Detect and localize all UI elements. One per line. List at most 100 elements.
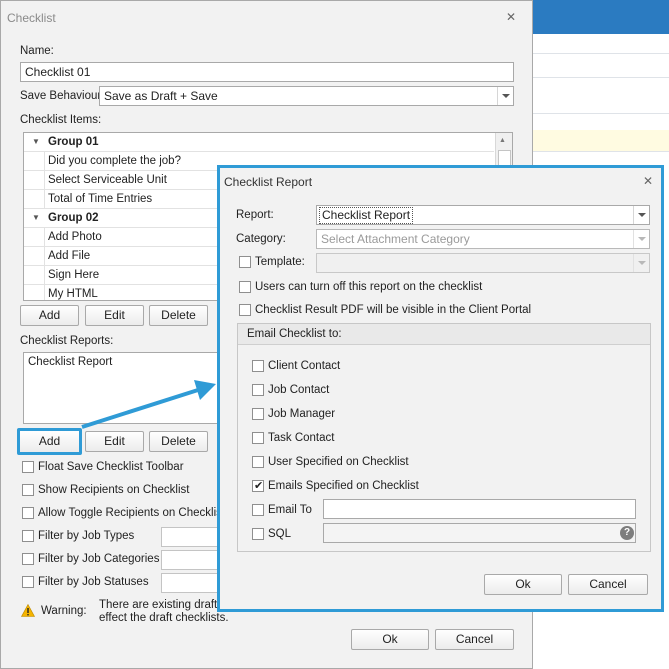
option-label: Filter by Job Categories (38, 553, 160, 565)
items-add-button[interactable]: Add (20, 305, 79, 326)
indent-divider (44, 266, 45, 284)
option-label: Filter by Job Types (38, 530, 135, 542)
name-label: Name: (20, 45, 54, 57)
email-option-checkbox[interactable] (252, 432, 264, 444)
warning-line-2: effect the draft checklists. (99, 612, 229, 624)
template-checkbox[interactable] (239, 256, 251, 268)
turn-off-checkbox[interactable] (239, 281, 251, 293)
list-item-label: Did you complete the job? (48, 155, 181, 167)
option-checkbox[interactable] (22, 461, 34, 473)
background-row (533, 58, 669, 78)
option-checkbox[interactable] (22, 484, 34, 496)
list-item[interactable]: Checklist Report (24, 353, 222, 372)
email-group-title: Email Checklist to: (238, 324, 650, 345)
items-delete-button[interactable]: Delete (149, 305, 208, 326)
warning-icon (21, 604, 35, 617)
email-option-checkbox[interactable] (252, 456, 264, 468)
group-row[interactable]: ▼ Group 01 (24, 133, 494, 152)
checklist-items-label: Checklist Items: (20, 114, 102, 126)
save-behaviour-select[interactable]: Save as Draft + Save (99, 86, 514, 106)
list-item-label: Group 02 (48, 212, 99, 224)
cancel-button[interactable]: Cancel (435, 629, 514, 650)
report-ok-button[interactable]: Ok (484, 574, 562, 595)
indent-divider (44, 190, 45, 208)
email-option-label: Job Manager (268, 408, 336, 420)
email-option-checkbox[interactable] (252, 479, 264, 492)
report-dialog-title: Checklist Report (224, 175, 313, 189)
email-option-checkbox[interactable] (252, 384, 264, 396)
email-checklist-group: Email Checklist to: Client Contact Job Co… (237, 323, 651, 552)
email-to-label: Email To (268, 504, 312, 516)
sql-label: SQL (268, 528, 292, 540)
name-input[interactable]: Checklist 01 (20, 62, 514, 82)
email-to-input[interactable] (323, 499, 636, 519)
background-app-header (533, 0, 669, 34)
job-statuses-select[interactable] (161, 573, 218, 593)
category-select[interactable]: Select Attachment Category (316, 229, 650, 249)
option-checkbox[interactable] (22, 576, 34, 588)
option-label: Show Recipients on Checklist (38, 484, 190, 496)
report-cancel-button[interactable]: Cancel (568, 574, 648, 595)
indent-divider (44, 247, 45, 265)
email-option-checkbox[interactable] (252, 360, 264, 372)
list-item-label: Select Serviceable Unit (48, 174, 167, 186)
items-edit-button[interactable]: Edit (85, 305, 144, 326)
chevron-down-icon[interactable] (633, 254, 649, 272)
template-select[interactable] (316, 253, 650, 273)
chevron-down-icon[interactable] (633, 206, 649, 224)
email-option-label: Task Contact (268, 432, 335, 444)
list-item-label: Add Photo (48, 231, 102, 243)
report-label: Report: (236, 209, 274, 221)
chevron-down-icon[interactable] (497, 87, 513, 105)
option-checkbox[interactable] (22, 530, 34, 542)
reports-delete-button[interactable]: Delete (149, 431, 208, 452)
indent-divider (44, 152, 45, 170)
chevron-down-icon[interactable] (633, 230, 649, 248)
close-icon[interactable]: ✕ (504, 10, 518, 24)
report-select[interactable]: Checklist Report (316, 205, 650, 225)
ok-button[interactable]: Ok (351, 629, 429, 650)
reports-edit-button[interactable]: Edit (85, 431, 144, 452)
email-option-label: User Specified on Checklist (268, 456, 409, 468)
collapse-icon[interactable]: ▼ (32, 138, 40, 146)
option-checkbox[interactable] (22, 507, 34, 519)
turn-off-label: Users can turn off this report on the ch… (255, 281, 483, 293)
checklist-report-dialog: Checklist Report ✕ Report: Checklist Rep… (217, 165, 664, 612)
close-icon[interactable]: ✕ (641, 174, 655, 188)
warning-label: Warning: (41, 605, 87, 617)
category-label: Category: (236, 233, 286, 245)
email-option-checkbox[interactable] (252, 408, 264, 420)
help-icon[interactable]: ? (620, 526, 634, 540)
list-item-label: Add File (48, 250, 91, 262)
template-label: Template: (255, 256, 305, 268)
indent-divider (44, 171, 45, 189)
checklist-reports-label: Checklist Reports: (20, 335, 114, 347)
option-checkbox[interactable] (22, 553, 34, 565)
job-categories-select[interactable] (161, 550, 218, 570)
pdf-visible-checkbox[interactable] (239, 304, 251, 316)
scroll-up-icon[interactable]: ▲ (499, 137, 506, 144)
sql-input[interactable] (323, 523, 636, 543)
background-row-highlight (533, 130, 669, 152)
reports-add-button[interactable]: Add (17, 428, 82, 455)
dialog-title: Checklist (7, 11, 56, 25)
list-item-label: My HTML (48, 288, 98, 300)
list-item-label: Total of Time Entries (48, 193, 153, 205)
save-behaviour-label: Save Behaviour (20, 90, 102, 102)
pdf-visible-label: Checklist Result PDF will be visible in … (255, 304, 532, 316)
job-types-select[interactable] (161, 527, 218, 547)
sql-checkbox[interactable] (252, 528, 264, 540)
background-row (533, 94, 669, 114)
email-to-checkbox[interactable] (252, 504, 264, 516)
background-row (533, 34, 669, 54)
email-option-label: Client Contact (268, 360, 341, 372)
option-label: Float Save Checklist Toolbar (38, 461, 184, 473)
email-option-label: Job Contact (268, 384, 330, 396)
warning-line-1: There are existing draft (99, 599, 218, 611)
option-label: Allow Toggle Recipients on Checklist (38, 507, 226, 519)
checklist-reports-list[interactable]: Checklist Report (23, 352, 223, 424)
list-item-label: Sign Here (48, 269, 100, 281)
list-item-label: Group 01 (48, 136, 99, 148)
email-option-label: Emails Specified on Checklist (268, 480, 419, 492)
collapse-icon[interactable]: ▼ (32, 214, 40, 222)
